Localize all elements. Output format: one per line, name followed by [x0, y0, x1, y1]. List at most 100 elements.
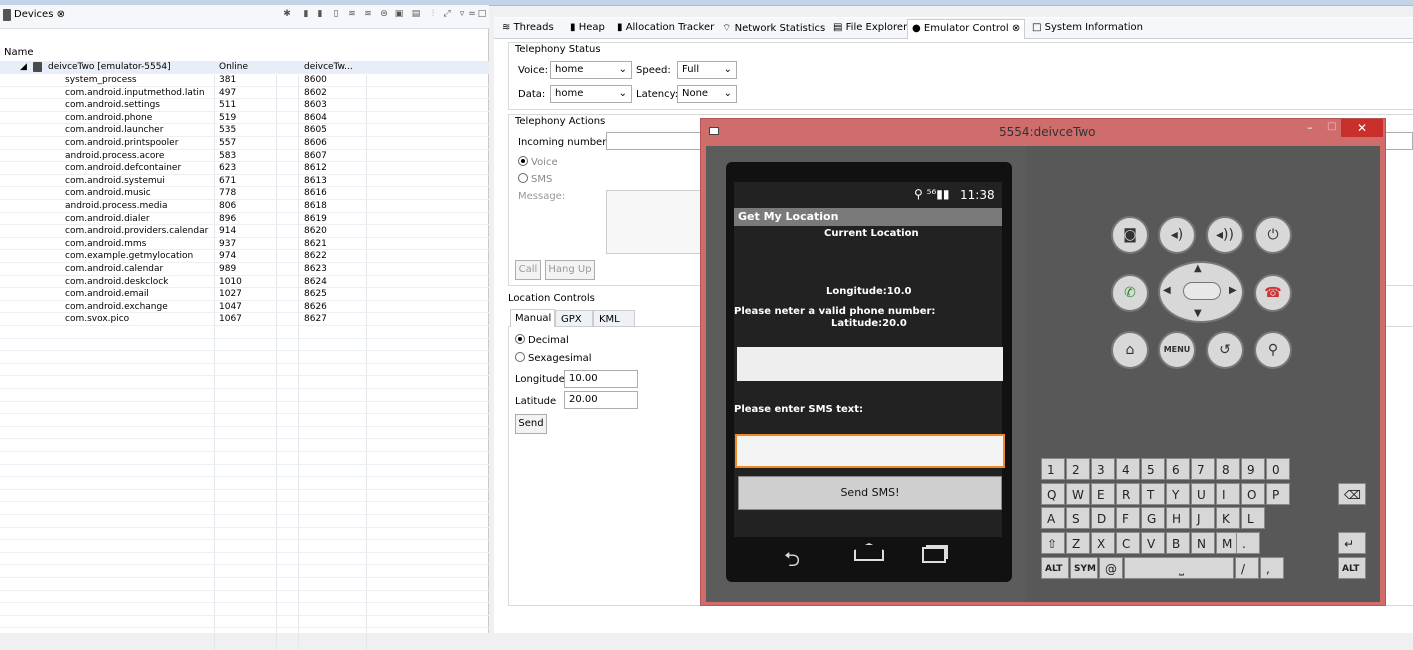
maximize-icon[interactable]: □	[476, 8, 488, 20]
tab-heap[interactable]: ▮ Heap	[570, 22, 605, 33]
comma-key[interactable]: ,	[1260, 557, 1284, 579]
process-row[interactable]: com.android.dialer 896 8619	[0, 213, 489, 226]
process-row[interactable]: com.android.printspooler 557 8606	[0, 137, 489, 150]
dpad-right-icon[interactable]: ▶	[1229, 285, 1237, 296]
camera-icon[interactable]: ◙	[1111, 216, 1149, 254]
back-icon[interactable]: ⮌	[784, 545, 800, 579]
back-icon[interactable]: ↺	[1206, 331, 1244, 369]
emulator-title-bar[interactable]: 5554:deivceTwo – □ ✕	[701, 119, 1387, 144]
key-r[interactable]: R	[1116, 483, 1140, 505]
key-n[interactable]: N	[1191, 532, 1215, 554]
dpad-up-icon[interactable]: ▲	[1194, 263, 1202, 274]
key-3[interactable]: 3	[1091, 458, 1115, 480]
dpad-center[interactable]	[1183, 282, 1221, 300]
key-e[interactable]: E	[1091, 483, 1115, 505]
process-row[interactable]: com.example.getmylocation 974 8622	[0, 250, 489, 263]
key-z[interactable]: Z	[1066, 532, 1090, 554]
process-row[interactable]: com.android.settings 511 8603	[0, 99, 489, 112]
process-row[interactable]: com.android.calendar 989 8623	[0, 263, 489, 276]
process-row[interactable]: com.android.mms 937 8621	[0, 238, 489, 251]
stop-process-icon[interactable]: ⊜	[378, 8, 390, 20]
key-a[interactable]: A	[1041, 507, 1065, 529]
decimal-radio[interactable]: Decimal	[515, 334, 569, 346]
hierarchy-icon[interactable]: ⤢	[441, 8, 453, 20]
process-row[interactable]: com.android.systemui 671 8613	[0, 175, 489, 188]
del-icon[interactable]: ⌫	[1338, 483, 1366, 505]
tab-allocation-tracker[interactable]: ▮ Allocation Tracker	[617, 22, 714, 33]
search-icon[interactable]: ⚲	[1254, 331, 1292, 369]
key-g[interactable]: G	[1141, 507, 1165, 529]
key-q[interactable]: Q	[1041, 483, 1065, 505]
key-d[interactable]: D	[1091, 507, 1115, 529]
key-y[interactable]: Y	[1166, 483, 1190, 505]
expand-arrow-icon[interactable]: ◢	[20, 61, 27, 73]
send-location-button[interactable]: Send	[515, 414, 547, 434]
update-threads-icon[interactable]: ≋	[346, 8, 358, 20]
recent-apps-icon[interactable]	[922, 547, 946, 563]
key-1[interactable]: 1	[1041, 458, 1065, 480]
key-9[interactable]: 9	[1241, 458, 1265, 480]
process-row[interactable]: com.android.music 778 8616	[0, 187, 489, 200]
tab-system-information[interactable]: □ System Information	[1032, 22, 1143, 33]
speed-select[interactable]: Full ⌄	[677, 61, 737, 79]
phone-number-input[interactable]	[737, 347, 1003, 381]
tab-network-statistics[interactable]: ⌔ Network Statistics	[722, 22, 825, 35]
key-j[interactable]: J	[1191, 507, 1215, 529]
process-row[interactable]: com.android.providers.calendar 914 8620	[0, 225, 489, 238]
alt-key-right[interactable]: ALT	[1338, 557, 1366, 579]
process-row[interactable]: com.android.exchange 1047 8626	[0, 301, 489, 314]
process-row[interactable]: android.process.media 806 8618	[0, 200, 489, 213]
key-o[interactable]: O	[1241, 483, 1265, 505]
key-5[interactable]: 5	[1141, 458, 1165, 480]
end-call-icon[interactable]: ☎	[1254, 274, 1292, 312]
process-row[interactable]: com.android.email 1027 8625	[0, 288, 489, 301]
key-0[interactable]: 0	[1266, 458, 1290, 480]
key-b[interactable]: B	[1166, 532, 1190, 554]
slash-key[interactable]: /	[1235, 557, 1259, 579]
opengl-trace-icon[interactable]: ⫶	[427, 8, 439, 20]
process-row[interactable]: com.android.inputmethod.latin 497 8602	[0, 87, 489, 100]
key-8[interactable]: 8	[1216, 458, 1240, 480]
tab-threads[interactable]: ≋ Threads	[502, 22, 554, 33]
key-f[interactable]: F	[1116, 507, 1140, 529]
volume-up-icon[interactable]: ◂))	[1206, 216, 1244, 254]
dump-hprof-icon[interactable]: ▮	[314, 8, 326, 20]
alt-key[interactable]: ALT	[1041, 557, 1069, 579]
tab-emulator-control[interactable]: ● Emulator Control ⊗	[907, 19, 1026, 39]
latency-select[interactable]: None ⌄	[677, 85, 737, 103]
latitude-input[interactable]: 20.00	[564, 391, 638, 409]
key-s[interactable]: S	[1066, 507, 1090, 529]
device-row[interactable]: ◢ deivceTwo [emulator-5554] Online deivc…	[0, 61, 489, 74]
key-w[interactable]: W	[1066, 483, 1090, 505]
key-4[interactable]: 4	[1116, 458, 1140, 480]
data-select[interactable]: home ⌄	[550, 85, 632, 103]
debug-icon[interactable]: ✱	[281, 8, 293, 20]
key-7[interactable]: 7	[1191, 458, 1215, 480]
sym-key[interactable]: SYM	[1070, 557, 1098, 579]
key-k[interactable]: K	[1216, 507, 1240, 529]
systrace-icon[interactable]: ▤	[410, 8, 422, 20]
key-x[interactable]: X	[1091, 532, 1115, 554]
key-2[interactable]: 2	[1066, 458, 1090, 480]
home-icon[interactable]	[854, 543, 884, 561]
key-u[interactable]: U	[1191, 483, 1215, 505]
message-input[interactable]	[606, 190, 706, 254]
minimize-icon[interactable]: –	[1307, 121, 1313, 134]
start-method-profiling-icon[interactable]: ≋	[362, 8, 374, 20]
tab-gpx[interactable]: GPX	[555, 310, 593, 327]
maximize-icon[interactable]: □	[1327, 121, 1336, 132]
process-row[interactable]: com.svox.pico 1067 8627	[0, 313, 489, 326]
tab-kml[interactable]: KML	[593, 310, 635, 327]
home-icon[interactable]: ⌂	[1111, 331, 1149, 369]
longitude-input[interactable]: 10.00	[564, 370, 638, 388]
key-p[interactable]: P	[1266, 483, 1290, 505]
sms-text-input[interactable]	[735, 434, 1005, 468]
process-row[interactable]: android.process.acore 583 8607	[0, 150, 489, 163]
send-sms-button[interactable]: Send SMS!	[738, 476, 1002, 510]
process-row[interactable]: system_process 381 8600	[0, 74, 489, 87]
process-row[interactable]: com.android.defcontainer 623 8612	[0, 162, 489, 175]
at-key[interactable]: @	[1099, 557, 1123, 579]
voice-radio[interactable]: Voice	[518, 156, 558, 168]
devices-tab-title[interactable]: Devices ⊗	[14, 9, 65, 20]
enter-icon[interactable]: ↵	[1338, 532, 1366, 554]
